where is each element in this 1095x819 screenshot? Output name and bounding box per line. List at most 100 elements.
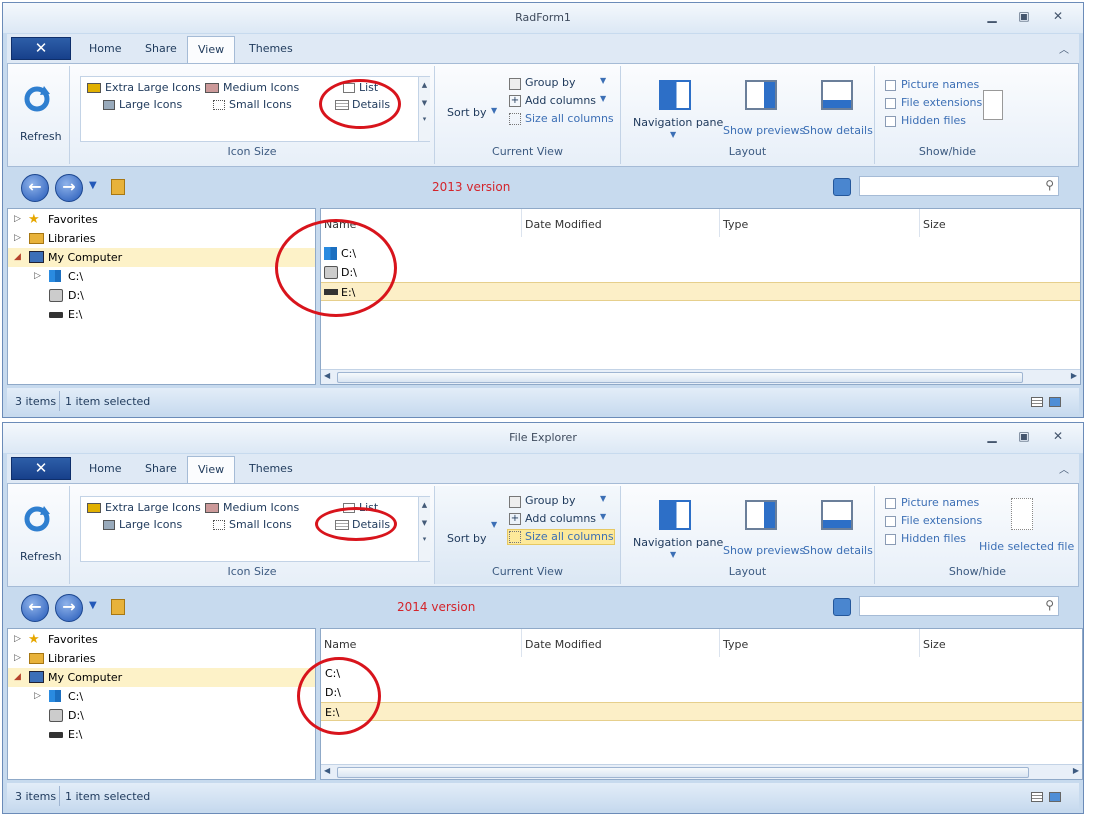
column-header-size[interactable]: Size: [919, 629, 1081, 657]
navigation-pane-button[interactable]: Navigation pane: [633, 116, 723, 129]
maximize-icon[interactable]: ▣: [1013, 9, 1035, 25]
navigation-pane-dropdown-icon[interactable]: ▼: [670, 550, 676, 559]
sort-by-button[interactable]: Sort by: [447, 532, 487, 545]
small-icons-option[interactable]: Small Icons: [229, 518, 292, 531]
hide-selected-file-icon[interactable]: [1011, 498, 1033, 530]
tree-item-d-drive[interactable]: D:\: [8, 706, 315, 725]
minimize-icon[interactable]: ▁: [981, 9, 1003, 25]
list-item-d-drive[interactable]: D:\: [321, 263, 1080, 282]
tab-view[interactable]: View: [187, 36, 236, 63]
application-menu-button[interactable]: ✕: [11, 457, 71, 480]
size-all-columns-button[interactable]: Size all columns: [525, 530, 614, 543]
tree-item-my-computer[interactable]: ◢ My Computer: [8, 248, 315, 267]
tree-item-favorites[interactable]: ▷ ★ Favorites: [8, 630, 315, 649]
tree-item-d-drive[interactable]: D:\: [8, 286, 315, 305]
refresh-icon[interactable]: [22, 504, 52, 534]
column-header-name[interactable]: Name: [321, 629, 521, 657]
horizontal-scrollbar[interactable]: ◀ ▶: [321, 764, 1082, 779]
forward-button[interactable]: →: [55, 174, 83, 202]
size-all-columns-button[interactable]: Size all columns: [525, 112, 614, 125]
tree-item-c-drive[interactable]: ▷ C:\: [8, 267, 315, 286]
details-view-icon[interactable]: [1031, 792, 1043, 802]
expand-arrow-icon[interactable]: ▷: [14, 630, 21, 649]
search-icon[interactable]: ⚲: [1045, 178, 1054, 192]
close-icon[interactable]: ✕: [1047, 9, 1069, 25]
scroll-thumb[interactable]: [337, 372, 1023, 383]
group-by-button[interactable]: Group by: [525, 76, 575, 89]
expand-arrow-icon[interactable]: ▷: [14, 649, 21, 668]
column-header-size[interactable]: Size: [919, 209, 1079, 237]
list-item-d-drive[interactable]: D:\: [321, 683, 1082, 702]
expand-arrow-icon[interactable]: ▷: [14, 229, 21, 248]
close-icon[interactable]: ✕: [1047, 429, 1069, 445]
application-menu-button[interactable]: ✕: [11, 37, 71, 60]
history-dropdown-icon[interactable]: ▼: [89, 180, 97, 191]
expand-arrow-icon[interactable]: ▷: [14, 210, 21, 229]
up-folder-icon[interactable]: [111, 179, 125, 195]
show-details-button[interactable]: Show details: [803, 544, 873, 557]
refresh-button[interactable]: Refresh: [20, 550, 62, 563]
refresh-button[interactable]: Refresh: [20, 130, 62, 143]
sort-by-dropdown-icon[interactable]: ▼: [491, 520, 497, 529]
show-previews-button[interactable]: Show previews: [723, 544, 805, 557]
add-columns-dropdown-icon[interactable]: ▼: [600, 94, 606, 103]
hidden-files-checkbox[interactable]: [885, 534, 896, 545]
refresh-address-icon[interactable]: [833, 598, 851, 616]
picture-names-checkbox[interactable]: [885, 80, 896, 91]
tab-home[interactable]: Home: [79, 456, 131, 483]
add-columns-button[interactable]: Add columns: [525, 512, 596, 525]
scroll-right-icon[interactable]: ▶: [1071, 371, 1077, 380]
tree-item-c-drive[interactable]: ▷ C:\: [8, 687, 315, 706]
show-details-button[interactable]: Show details: [803, 124, 873, 137]
list-item-c-drive[interactable]: C:\: [321, 664, 1082, 683]
refresh-icon[interactable]: [22, 84, 52, 114]
minimize-icon[interactable]: ▁: [981, 429, 1003, 445]
column-header-type[interactable]: Type: [719, 209, 919, 237]
search-icon[interactable]: ⚲: [1045, 598, 1054, 612]
expand-arrow-icon[interactable]: ▷: [34, 687, 41, 706]
navigation-pane-dropdown-icon[interactable]: ▼: [670, 130, 676, 139]
tab-share[interactable]: Share: [135, 456, 187, 483]
tab-themes[interactable]: Themes: [239, 456, 303, 483]
details-view-icon[interactable]: [1031, 397, 1043, 407]
navigation-pane-button[interactable]: Navigation pane: [633, 536, 723, 549]
gallery-scroll[interactable]: ▲ ▼ ▾: [418, 497, 430, 561]
large-icons-option[interactable]: Large Icons: [119, 518, 182, 531]
medium-icons-option[interactable]: Medium Icons: [223, 501, 299, 514]
back-button[interactable]: ←: [21, 174, 49, 202]
list-item-c-drive[interactable]: C:\: [321, 244, 1080, 263]
scroll-right-icon[interactable]: ▶: [1073, 766, 1079, 775]
refresh-address-icon[interactable]: [833, 178, 851, 196]
tab-home[interactable]: Home: [79, 36, 131, 63]
small-icons-option[interactable]: Small Icons: [229, 98, 292, 111]
search-input[interactable]: ⚲: [859, 596, 1059, 616]
tab-share[interactable]: Share: [135, 36, 187, 63]
file-extensions-checkbox[interactable]: [885, 98, 896, 109]
hide-selected-file-button[interactable]: Hide selected file: [979, 540, 1074, 553]
tree-item-my-computer[interactable]: ◢ My Computer: [8, 668, 315, 687]
hide-selected-file-icon[interactable]: [983, 90, 1003, 120]
large-icons-view-icon[interactable]: [1049, 792, 1061, 802]
tree-item-favorites[interactable]: ▷ ★ Favorites: [8, 210, 315, 229]
extra-large-icons-option[interactable]: Extra Large Icons: [105, 81, 201, 94]
tree-item-libraries[interactable]: ▷ Libraries: [8, 229, 315, 248]
collapse-ribbon-icon[interactable]: ︿: [1059, 461, 1069, 476]
add-columns-button[interactable]: Add columns: [525, 94, 596, 107]
sort-by-dropdown-icon[interactable]: ▼: [491, 106, 497, 115]
history-dropdown-icon[interactable]: ▼: [89, 600, 97, 611]
horizontal-scrollbar[interactable]: ◀ ▶: [321, 369, 1080, 384]
column-header-date-modified[interactable]: Date Modified: [521, 629, 719, 657]
sort-by-button[interactable]: Sort by: [447, 106, 487, 119]
large-icons-option[interactable]: Large Icons: [119, 98, 182, 111]
extra-large-icons-option[interactable]: Extra Large Icons: [105, 501, 201, 514]
column-header-type[interactable]: Type: [719, 629, 919, 657]
column-header-date-modified[interactable]: Date Modified: [521, 209, 719, 237]
list-item-e-drive[interactable]: E:\: [321, 282, 1080, 301]
tab-themes[interactable]: Themes: [239, 36, 303, 63]
search-input[interactable]: ⚲: [859, 176, 1059, 196]
large-icons-view-icon[interactable]: [1049, 397, 1061, 407]
picture-names-checkbox[interactable]: [885, 498, 896, 509]
scroll-left-icon[interactable]: ◀: [324, 371, 330, 380]
file-extensions-checkbox[interactable]: [885, 516, 896, 527]
collapse-arrow-icon[interactable]: ◢: [14, 248, 21, 267]
